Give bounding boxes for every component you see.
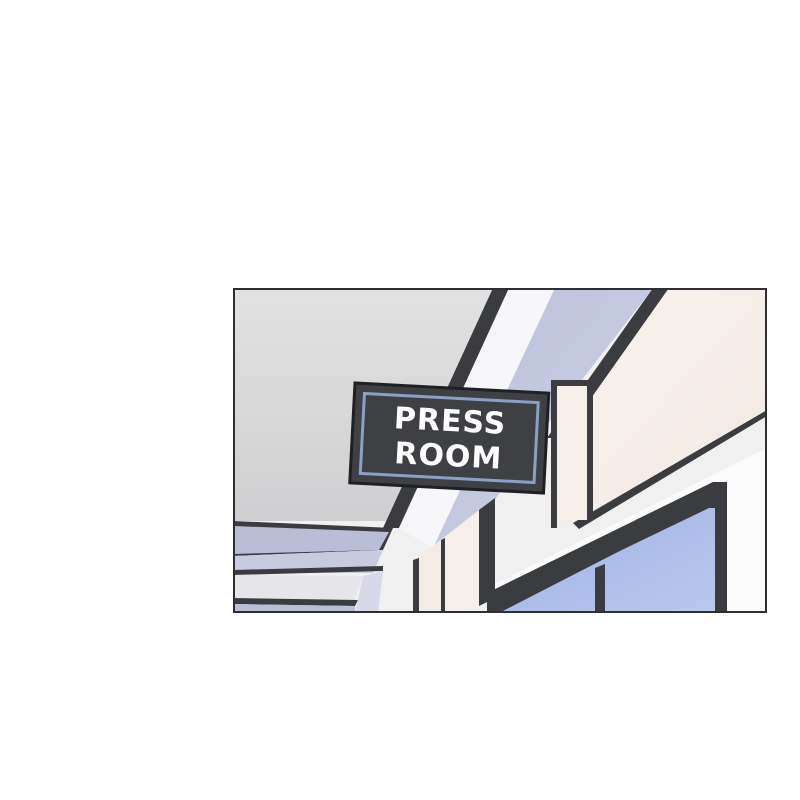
lower-ceiling xyxy=(233,521,393,613)
door-mullion xyxy=(595,564,605,613)
sign-line-2: ROOM xyxy=(393,436,503,477)
press-room-hallway-illustration: PRESS ROOM xyxy=(233,288,767,613)
comic-panel: PRESS ROOM xyxy=(233,288,767,613)
press-room-sign: PRESS ROOM xyxy=(348,381,551,495)
sign-bracket xyxy=(551,380,593,528)
sign-line-1: PRESS xyxy=(393,401,507,442)
page: { "sign": { "line1": "PRESS", "line2": "… xyxy=(0,0,800,800)
